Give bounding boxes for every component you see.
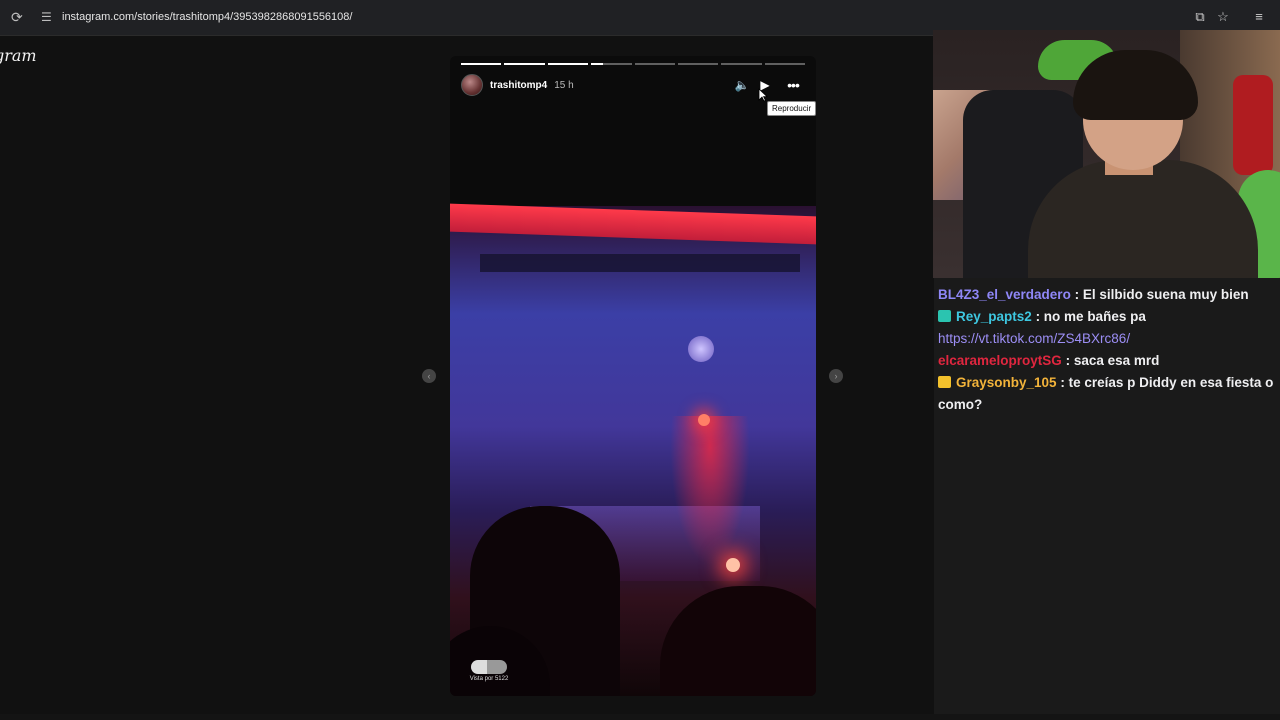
story-header: trashitomp4 15 h — [461, 74, 574, 96]
chat-text: : no me bañes pa — [1035, 309, 1146, 324]
reading-list-icon[interactable]: ≡ — [1252, 10, 1266, 24]
subscriber-badge-icon — [938, 310, 951, 322]
play-tooltip: Reproducir — [767, 101, 816, 116]
instagram-logo[interactable]: gram — [0, 46, 37, 65]
chat-message: Graysonby_105 : te creías p Diddy en esa… — [934, 372, 1280, 416]
progress-segment — [547, 63, 589, 65]
chat-text: : El silbido suena muy bien — [1074, 287, 1249, 302]
chat-message: BL4Z3_el_verdadero : El silbido suena mu… — [934, 284, 1280, 306]
chat-username: elcarameloproytSG — [938, 353, 1062, 368]
plush-toy — [1233, 75, 1273, 175]
viewer-avatars — [471, 660, 507, 674]
reload-icon[interactable]: ⟳ — [11, 10, 25, 24]
more-options-icon[interactable]: ••• — [782, 78, 804, 92]
spotlight — [726, 558, 740, 572]
chat-text: : saca esa mrd — [1065, 353, 1160, 368]
address-bar[interactable]: instagram.com/stories/trashitomp4/395398… — [62, 11, 352, 23]
story-time: 15 h — [554, 79, 574, 91]
lighting-rig — [480, 254, 800, 272]
chevron-left-icon[interactable]: ‹ — [422, 369, 436, 383]
story-media — [450, 203, 816, 696]
progress-segment — [591, 63, 632, 65]
chat-username: Rey_papts2 — [956, 309, 1032, 324]
story-viewers[interactable]: Vista por 5122 — [467, 660, 511, 682]
crowd-silhouette — [660, 586, 816, 696]
progress-segment — [677, 63, 719, 65]
story-username[interactable]: trashitomp4 — [490, 80, 547, 91]
chat-username: BL4Z3_el_verdadero — [938, 287, 1071, 302]
chat-link[interactable]: https://vt.tiktok.com/ZS4BXrc86/ — [938, 331, 1130, 346]
chat-overlay: BL4Z3_el_verdadero : El silbido suena mu… — [934, 284, 1280, 416]
volume-icon[interactable]: 🔈 — [734, 78, 750, 92]
progress-segment — [721, 63, 762, 65]
progress-segment — [634, 63, 675, 65]
chevron-right-icon[interactable]: › — [829, 369, 843, 383]
chat-username: Graysonby_105 — [956, 375, 1057, 390]
webcam-overlay — [933, 30, 1280, 278]
install-app-icon[interactable]: ⧉ — [1193, 10, 1207, 24]
red-light-beam — [670, 416, 750, 566]
views-count: Vista por 5122 — [469, 676, 509, 682]
mouse-cursor-icon — [758, 88, 768, 102]
stage-red-light — [450, 203, 816, 245]
spotlight — [698, 414, 710, 426]
story-viewer[interactable]: trashitomp4 15 h 🔈 ▶ ••• Reproducir Vist… — [450, 56, 816, 696]
progress-segment — [504, 63, 545, 65]
progress-segment — [764, 63, 805, 65]
avatar[interactable] — [461, 74, 483, 96]
chat-message: Rey_papts2 : no me bañes pa https://vt.t… — [934, 306, 1280, 350]
taskbar-edge — [0, 714, 1280, 720]
crown-badge-icon — [938, 376, 951, 388]
progress-segment — [461, 63, 502, 65]
disco-ball — [688, 336, 714, 362]
chat-message: elcarameloproytSG : saca esa mrd — [934, 350, 1280, 372]
story-progress — [461, 63, 805, 65]
site-info-icon[interactable]: ☰ — [41, 10, 55, 24]
bookmark-star-icon[interactable]: ☆ — [1216, 10, 1230, 24]
